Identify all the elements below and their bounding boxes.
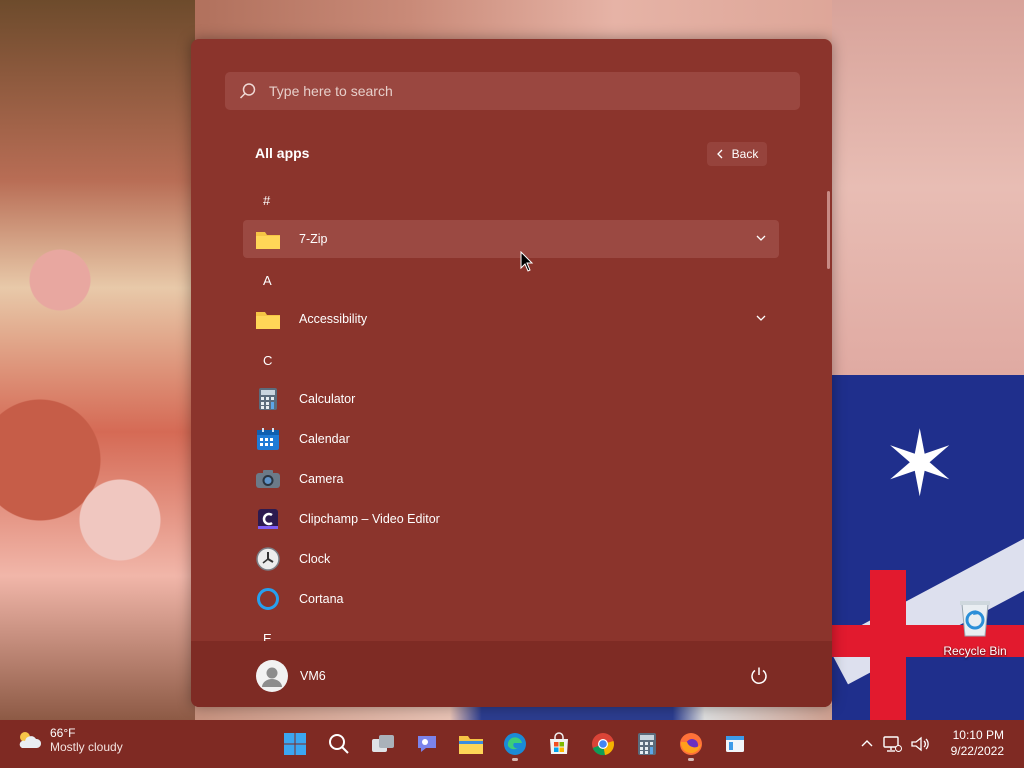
folder-icon [255, 226, 281, 252]
recycle-bin-icon [960, 601, 990, 637]
letter-header-hash[interactable]: # [263, 193, 270, 208]
app-list-scrollbar[interactable] [827, 191, 830, 269]
app-name: Calendar [299, 432, 350, 446]
wallpaper-flag: ✶ [832, 375, 1024, 720]
app-item-7zip[interactable]: 7-Zip [243, 220, 779, 258]
start-search-box[interactable] [225, 72, 800, 110]
wallpaper-floral-panel [0, 0, 195, 720]
app-name: Cortana [299, 592, 344, 606]
clock-time: 10:10 PM [952, 728, 1004, 742]
notepad-icon [726, 736, 744, 752]
file-explorer-button[interactable] [451, 724, 491, 764]
app-item-clock[interactable]: Clock [243, 540, 779, 578]
app-name: Clock [299, 552, 331, 566]
weather-condition: Mostly cloudy [50, 740, 123, 754]
recycle-bin-label: Recycle Bin [943, 644, 1007, 658]
app-item-calendar[interactable]: Calendar [243, 420, 779, 458]
chevron-down-icon[interactable] [755, 312, 767, 324]
firefox-icon [680, 733, 702, 755]
taskbar: 66°F Mostly cloudy 10:10 PM 9/22/2022 [0, 720, 1024, 768]
weather-temperature: 66°F [50, 726, 76, 740]
teams-chat-icon [418, 736, 436, 752]
app-item-calculator[interactable]: Calculator [243, 380, 779, 418]
taskbar-pinned-apps [275, 720, 755, 768]
all-apps-list[interactable]: # 7-Zip A Accessibility C Calculator Cal… [243, 179, 779, 641]
edge-icon [504, 733, 526, 755]
chevron-up-icon[interactable] [860, 737, 874, 751]
firefox-button[interactable] [671, 724, 711, 764]
user-name[interactable]: VM6 [300, 669, 326, 683]
chevron-left-icon [716, 149, 723, 159]
mouse-cursor-icon [520, 251, 534, 272]
app-name: Camera [299, 472, 344, 486]
user-avatar[interactable] [256, 660, 288, 692]
app-item-clipchamp[interactable]: Clipchamp – Video Editor [243, 500, 779, 538]
windows-logo-icon [284, 733, 306, 755]
letter-header-a[interactable]: A [263, 273, 272, 288]
start-menu: All apps Back # 7-Zip A Accessibility C [191, 39, 832, 707]
task-view-button[interactable] [363, 724, 403, 764]
app-name: Clipchamp – Video Editor [299, 512, 440, 526]
app-name: Calculator [299, 392, 356, 406]
back-button-label: Back [731, 147, 759, 161]
app-item-cortana[interactable]: Cortana [243, 580, 779, 618]
store-button[interactable] [539, 724, 579, 764]
system-tray [860, 720, 930, 768]
search-icon [329, 734, 349, 754]
start-menu-footer: VM6 [191, 641, 832, 707]
clock-icon [255, 546, 281, 572]
all-apps-title: All apps [255, 145, 310, 161]
start-button[interactable] [275, 724, 315, 764]
cortana-icon [255, 586, 281, 612]
calculator-icon [638, 733, 656, 755]
chrome-button[interactable] [583, 724, 623, 764]
wallpaper-bottom-strip [195, 705, 832, 720]
back-button[interactable]: Back [707, 142, 767, 166]
teams-chat-button[interactable] [407, 724, 447, 764]
partly-cloudy-icon [19, 732, 42, 748]
notepad-button[interactable] [715, 724, 755, 764]
taskbar-search-button[interactable] [319, 724, 359, 764]
camera-icon [255, 466, 281, 492]
recycle-bin-desktop-icon[interactable]: Recycle Bin [942, 596, 1008, 658]
app-name: 7-Zip [299, 232, 328, 246]
store-icon [550, 732, 568, 754]
wallpaper-right-panel [832, 0, 1024, 375]
weather-widget[interactable]: 66°F Mostly cloudy [16, 726, 123, 754]
taskbar-clock[interactable]: 10:10 PM 9/22/2022 [950, 727, 1004, 759]
chevron-down-icon[interactable] [755, 232, 767, 244]
letter-header-e[interactable]: E [263, 631, 272, 641]
calculator-icon [255, 386, 281, 412]
chrome-icon [592, 733, 614, 756]
task-view-icon [372, 735, 394, 752]
running-indicator [688, 758, 694, 761]
network-icon[interactable] [882, 735, 902, 753]
clock-date: 9/22/2022 [950, 744, 1004, 758]
search-input[interactable] [267, 82, 771, 100]
app-item-accessibility[interactable]: Accessibility [243, 300, 779, 338]
calculator-button[interactable] [627, 724, 667, 764]
running-indicator [512, 758, 518, 761]
file-explorer-icon [459, 736, 483, 754]
app-name: Accessibility [299, 312, 368, 326]
volume-icon[interactable] [910, 735, 930, 753]
clipchamp-icon [255, 506, 281, 532]
letter-header-c[interactable]: C [263, 353, 272, 368]
edge-button[interactable] [495, 724, 535, 764]
power-icon[interactable] [749, 666, 769, 686]
app-item-camera[interactable]: Camera [243, 460, 779, 498]
search-icon [239, 83, 256, 99]
folder-icon [255, 306, 281, 332]
calendar-icon [255, 426, 281, 452]
user-icon [262, 667, 282, 687]
